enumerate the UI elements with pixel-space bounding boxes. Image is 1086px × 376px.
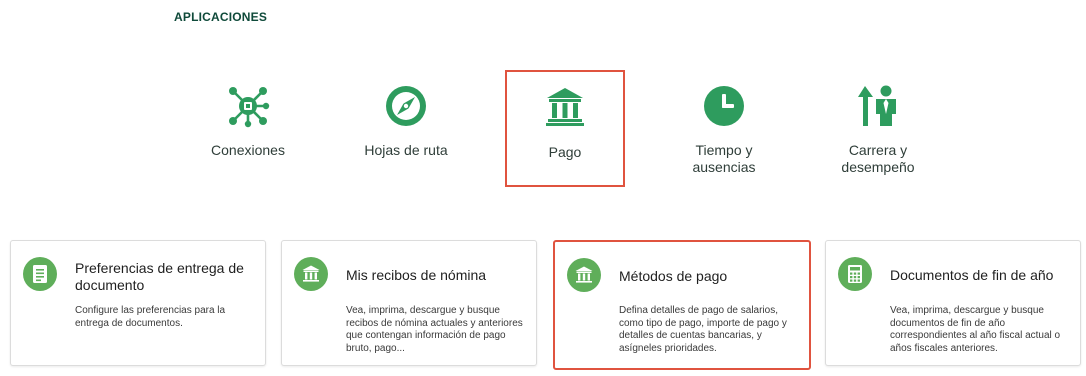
document-icon <box>33 265 47 283</box>
apps-row: Conexiones Hojas de ruta Pago Tiempo y a… <box>0 70 1086 190</box>
card-title: Documentos de fin de año <box>890 267 1054 283</box>
card-badge <box>838 257 872 291</box>
card-description: Vea, imprima, descargue y busque documen… <box>890 305 1061 354</box>
card-payment-methods[interactable]: Métodos de pago Defina detalles de pago … <box>553 240 811 370</box>
card-description: Configure las preferencias para la entre… <box>75 305 226 329</box>
app-career-performance[interactable]: Carrera y desempeño <box>818 70 938 186</box>
clock-icon <box>704 86 744 126</box>
app-label-line: Carrera y <box>848 142 908 158</box>
card-description: Vea, imprima, descargue y busque recibos… <box>346 305 523 354</box>
app-payment[interactable]: Pago <box>505 70 625 187</box>
app-connections[interactable]: Conexiones <box>188 70 308 186</box>
bank-building-icon <box>575 266 593 283</box>
card-payslips[interactable]: Mis recibos de nómina Vea, imprima, desc… <box>281 240 537 366</box>
app-time-absences[interactable]: Tiempo y ausencias <box>664 70 784 186</box>
card-badge <box>294 257 328 291</box>
app-label-line: desempeño <box>841 159 915 175</box>
connections-hub-icon <box>229 87 270 128</box>
bank-building-icon <box>302 265 320 282</box>
app-roadmaps[interactable]: Hojas de ruta <box>346 70 466 186</box>
page: APLICACIONES Conexiones Hojas de ruta Pa… <box>0 0 1086 376</box>
card-title: Métodos de pago <box>619 268 728 284</box>
app-label: Conexiones <box>211 142 285 158</box>
section-title: APLICACIONES <box>174 10 268 24</box>
person-growth-icon <box>858 85 896 126</box>
card-title: Preferencias de entrega de documento <box>75 260 244 293</box>
app-label-line: ausencias <box>692 159 756 175</box>
app-label-line: Tiempo y <box>695 142 753 158</box>
card-document-delivery[interactable]: Preferencias de entrega de documento Con… <box>10 240 266 366</box>
compass-icon <box>386 86 426 126</box>
bank-building-icon <box>546 88 584 126</box>
card-badge <box>567 258 601 292</box>
app-label: Hojas de ruta <box>364 142 448 158</box>
app-label: Tiempo y ausencias <box>664 142 784 176</box>
card-badge <box>23 257 57 291</box>
calculator-icon <box>848 265 862 283</box>
app-label: Carrera y desempeño <box>818 142 938 176</box>
card-description: Defina detalles de pago de salarios, com… <box>619 305 787 354</box>
card-title: Mis recibos de nómina <box>346 267 487 283</box>
cards-row: Preferencias de entrega de documento Con… <box>0 240 1086 376</box>
card-year-end-documents[interactable]: Documentos de fin de año Vea, imprima, d… <box>825 240 1081 366</box>
app-label: Pago <box>548 144 582 160</box>
